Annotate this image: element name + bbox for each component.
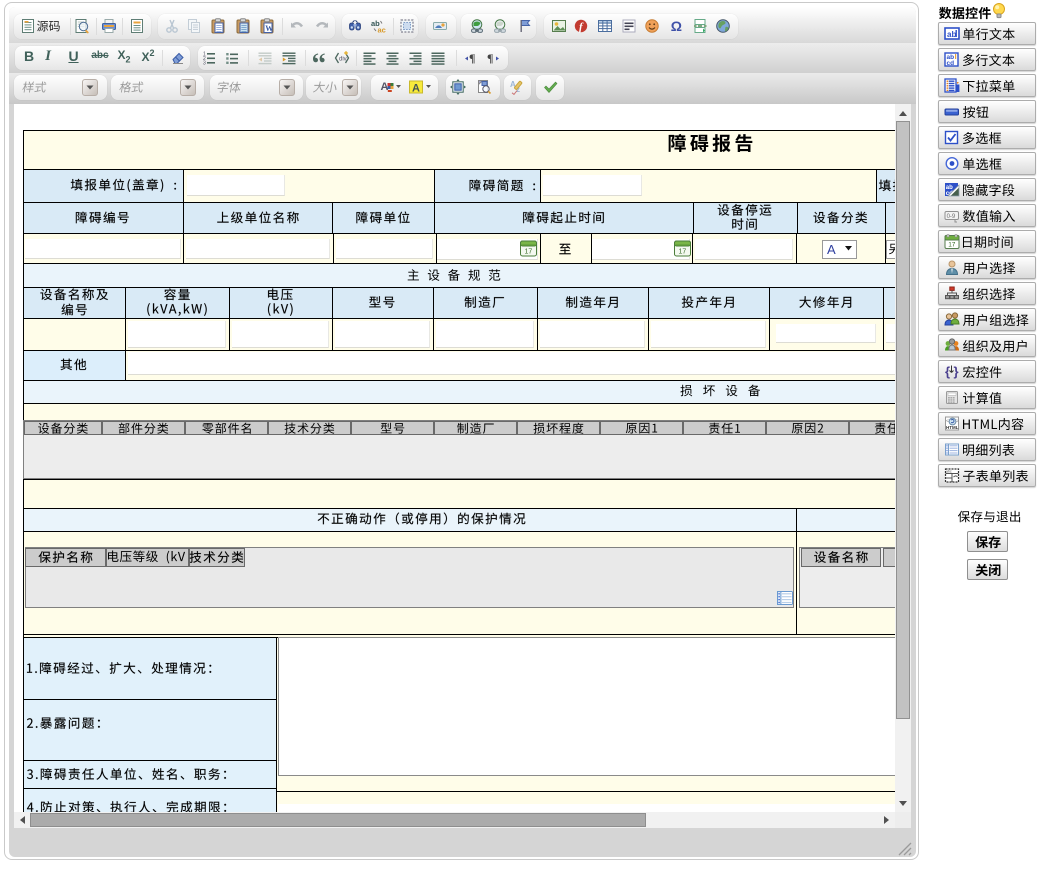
svg-text:ab: ab (947, 30, 956, 39)
svg-text:A: A (412, 83, 420, 95)
svg-text:>: > (956, 419, 959, 425)
svg-text:A: A (827, 242, 836, 257)
svg-text:<: < (946, 419, 949, 425)
svg-text:3: 3 (203, 61, 206, 67)
svg-text:W: W (265, 24, 273, 33)
svg-text:0-9: 0-9 (947, 214, 956, 220)
svg-text:17: 17 (948, 242, 956, 249)
svg-text:¶: ¶ (469, 51, 475, 65)
svg-text:{: { (945, 364, 950, 379)
svg-text:ac: ac (378, 26, 386, 35)
svg-text:HTML: HTML (946, 425, 959, 430)
svg-text:Ω: Ω (671, 18, 682, 34)
svg-text:¶: ¶ (487, 51, 493, 65)
svg-text:A: A (381, 81, 389, 93)
svg-text:17: 17 (525, 249, 533, 256)
svg-text:abc: abc (946, 470, 952, 474)
svg-text:cd: cd (947, 60, 955, 67)
svg-text:}: } (954, 364, 959, 379)
svg-text:div: div (339, 57, 347, 63)
svg-text:17: 17 (679, 249, 687, 256)
